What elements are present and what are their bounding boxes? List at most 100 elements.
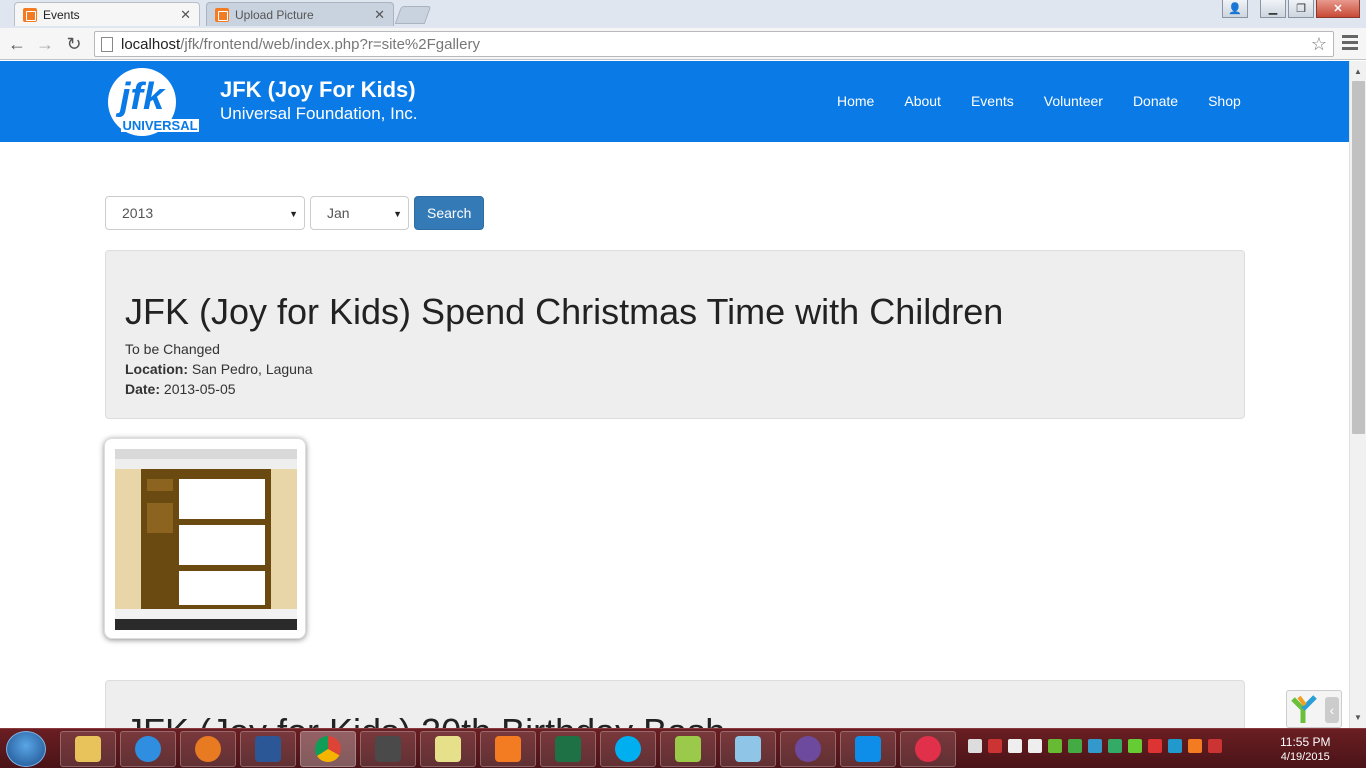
xampp-favicon-icon <box>23 7 37 22</box>
forward-arrow-icon[interactable]: → <box>34 33 56 55</box>
url-path: /jfk/frontend/web/index.php?r=site%2Fgal… <box>180 35 480 53</box>
teamviewer-taskbar-icon[interactable] <box>840 731 896 767</box>
jfk-logo[interactable]: jfk UNIVERSAL <box>107 67 201 137</box>
network-icon[interactable] <box>1208 739 1222 753</box>
clock-time: 11:55 PM <box>1280 735 1331 749</box>
tray-icon[interactable] <box>1168 739 1182 753</box>
windows-taskbar: 11:55 PM 4/19/2015 <box>0 728 1366 768</box>
year-select[interactable]: 2013 ▼ <box>105 196 305 230</box>
sublime-taskbar-icon[interactable] <box>360 731 416 767</box>
close-tab-icon[interactable]: ✕ <box>180 7 191 23</box>
logo-text-bottom: UNIVERSAL <box>122 118 197 133</box>
date-label: Date: <box>125 381 161 397</box>
gallery-thumbnail[interactable] <box>104 438 306 639</box>
tab-title: Events <box>43 7 80 22</box>
month-select[interactable]: Jan ▼ <box>310 196 409 230</box>
notepad-plus-taskbar-icon[interactable] <box>660 731 716 767</box>
month-value: Jan <box>327 205 350 221</box>
back-arrow-icon[interactable]: ← <box>6 33 28 55</box>
maximize-button[interactable]: ❐ <box>1288 0 1314 18</box>
tray-icon[interactable] <box>1008 739 1022 753</box>
user-profile-icon[interactable]: 👤 <box>1222 0 1248 18</box>
search-button[interactable]: Search <box>414 196 485 230</box>
new-tab-button[interactable] <box>394 6 432 24</box>
excel-taskbar-icon[interactable] <box>540 731 596 767</box>
system-tray <box>968 739 1222 753</box>
page-viewport: jfk UNIVERSAL JFK (Joy For Kids) Univers… <box>0 61 1349 728</box>
close-tab-icon[interactable]: ✕ <box>374 7 385 23</box>
event-title: JFK (Joy for Kids) 20th Birthday Bash <box>125 711 725 728</box>
url-host: localhost <box>121 35 181 53</box>
thumbnail-image <box>115 449 297 630</box>
tab-events[interactable]: Events ✕ <box>14 2 200 26</box>
bluetooth-icon[interactable] <box>1088 739 1102 753</box>
bookmark-star-icon[interactable]: ☆ <box>1311 34 1327 55</box>
tray-icon[interactable] <box>1068 739 1082 753</box>
nav-about[interactable]: About <box>904 93 941 109</box>
yii-logo-icon: ‹ <box>1291 695 1339 723</box>
tray-icon[interactable] <box>988 739 1002 753</box>
notes-taskbar-icon[interactable] <box>420 731 476 767</box>
nav-donate[interactable]: Donate <box>1133 93 1178 109</box>
app-taskbar-icon[interactable] <box>720 731 776 767</box>
tray-icon[interactable] <box>1128 739 1142 753</box>
brand-title: JFK (Joy For Kids) <box>220 77 416 102</box>
chrome-taskbar-icon[interactable] <box>300 731 356 767</box>
scroll-down-icon[interactable]: ▼ <box>1354 713 1362 722</box>
event-date: Date: 2013-05-05 <box>125 381 236 397</box>
firefox-taskbar-icon[interactable] <box>180 731 236 767</box>
location-label: Location: <box>125 361 188 377</box>
xampp-tray-icon[interactable] <box>1188 739 1202 753</box>
browser-tabstrip: Events ✕ Upload Picture ✕ 👤 ▁ ❐ ✕ <box>0 0 1366 28</box>
main-nav: Home About Events Volunteer Donate Shop <box>837 93 1271 109</box>
clock-date: 4/19/2015 <box>1280 751 1330 763</box>
xampp-favicon-icon <box>215 7 229 22</box>
explorer-taskbar-icon[interactable] <box>60 731 116 767</box>
event-card: JFK (Joy for Kids) Spend Christmas Time … <box>105 250 1245 419</box>
yii-debug-toolbar[interactable]: ‹ <box>1286 690 1342 728</box>
event-location: Location: San Pedro, Laguna <box>125 361 313 377</box>
tray-icon[interactable] <box>1108 739 1122 753</box>
scroll-up-icon[interactable]: ▲ <box>1354 67 1362 76</box>
event-title: JFK (Joy for Kids) Spend Christmas Time … <box>125 291 1004 332</box>
nav-events[interactable]: Events <box>971 93 1014 109</box>
nav-volunteer[interactable]: Volunteer <box>1044 93 1103 109</box>
page-scrollbar[interactable]: ▲ ▼ <box>1349 61 1366 728</box>
scroll-thumb[interactable] <box>1352 81 1365 434</box>
page-icon <box>101 36 113 52</box>
dropbox-tray-icon[interactable] <box>968 739 982 753</box>
reload-icon[interactable]: ↻ <box>63 33 85 55</box>
brand-subtitle: Universal Foundation, Inc. <box>220 104 418 123</box>
word-taskbar-icon[interactable] <box>240 731 296 767</box>
nav-home[interactable]: Home <box>837 93 874 109</box>
chevron-down-icon: ▼ <box>289 209 298 219</box>
tab-title: Upload Picture <box>235 7 314 22</box>
logo-text-top: jfk <box>115 76 166 118</box>
xampp-taskbar-icon[interactable] <box>480 731 536 767</box>
location-value: San Pedro, Laguna <box>191 361 313 377</box>
event-description: To be Changed <box>125 341 220 357</box>
browser-menu-icon[interactable] <box>1342 32 1358 52</box>
itunes-taskbar-icon[interactable] <box>900 731 956 767</box>
minimize-button[interactable]: ▁ <box>1260 0 1286 18</box>
skype-taskbar-icon[interactable] <box>600 731 656 767</box>
chevron-down-icon: ▼ <box>393 209 402 219</box>
nav-shop[interactable]: Shop <box>1208 93 1241 109</box>
close-window-button[interactable]: ✕ <box>1316 0 1360 18</box>
volume-icon[interactable] <box>1028 739 1042 753</box>
site-header: jfk UNIVERSAL JFK (Joy For Kids) Univers… <box>0 61 1349 142</box>
tray-icon[interactable] <box>1048 739 1062 753</box>
tray-icon[interactable] <box>1148 739 1162 753</box>
github-taskbar-icon[interactable] <box>780 731 836 767</box>
start-button[interactable] <box>6 731 46 767</box>
date-value: 2013-05-05 <box>163 381 236 397</box>
tab-upload-picture[interactable]: Upload Picture ✕ <box>206 2 394 26</box>
gallery-filters: 2013 ▼ Jan ▼ Search <box>105 196 485 230</box>
year-value: 2013 <box>122 205 154 221</box>
browser-toolbar: ← → ↻ localhost/jfk/frontend/web/index.p… <box>0 28 1366 60</box>
address-bar[interactable]: localhost/jfk/frontend/web/index.php?r=s… <box>94 31 1334 57</box>
svg-text:‹: ‹ <box>1330 702 1335 718</box>
ie-taskbar-icon[interactable] <box>120 731 176 767</box>
event-card: JFK (Joy for Kids) 20th Birthday Bash <box>105 680 1245 728</box>
system-clock[interactable]: 11:55 PM 4/19/2015 <box>1280 735 1330 765</box>
